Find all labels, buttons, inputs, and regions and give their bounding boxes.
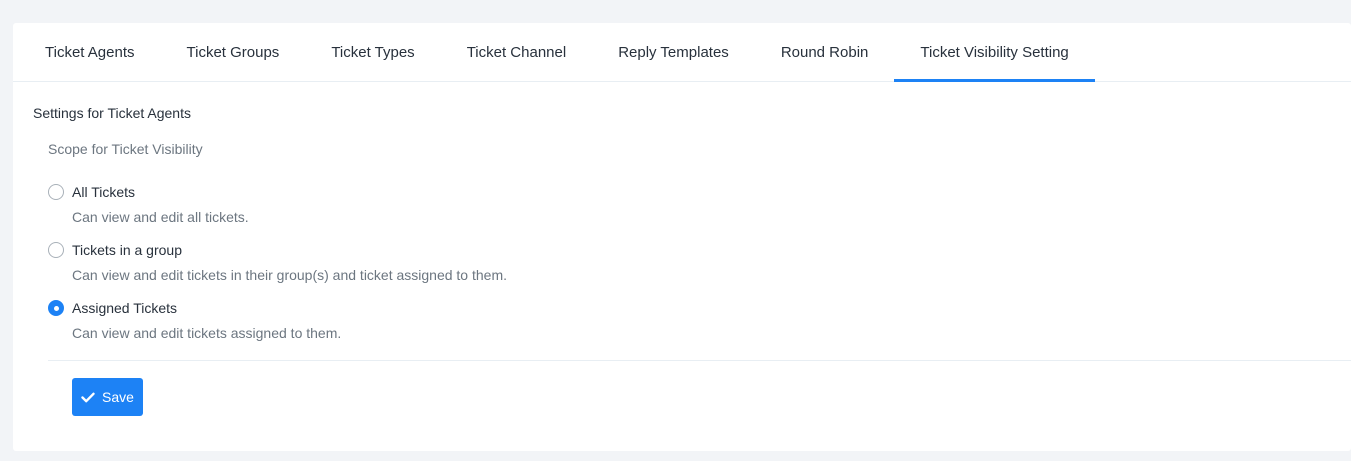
radio-tickets-in-group[interactable] — [48, 242, 64, 258]
scope-label: Scope for Ticket Visibility — [48, 141, 203, 157]
radio-all-tickets[interactable] — [48, 184, 64, 200]
option-label[interactable]: Assigned Tickets — [72, 300, 177, 316]
tab-ticket-visibility-setting[interactable]: Ticket Visibility Setting — [894, 23, 1096, 82]
option-description: Can view and edit all tickets. — [72, 209, 249, 225]
tab-ticket-agents[interactable]: Ticket Agents — [19, 23, 161, 81]
tab-ticket-types[interactable]: Ticket Types — [305, 23, 440, 81]
settings-tabs: Ticket Agents Ticket Groups Ticket Types… — [13, 23, 1351, 82]
tab-round-robin[interactable]: Round Robin — [755, 23, 895, 81]
save-button[interactable]: Save — [72, 378, 143, 416]
tab-reply-templates[interactable]: Reply Templates — [592, 23, 755, 81]
save-label: Save — [102, 389, 134, 405]
option-label[interactable]: Tickets in a group — [72, 242, 182, 258]
tab-ticket-groups[interactable]: Ticket Groups — [161, 23, 306, 81]
option-label[interactable]: All Tickets — [72, 184, 135, 200]
option-description: Can view and edit tickets assigned to th… — [72, 325, 342, 341]
section-title: Settings for Ticket Agents — [33, 105, 191, 121]
check-icon — [81, 392, 95, 403]
option-description: Can view and edit tickets in their group… — [72, 267, 507, 283]
divider — [48, 360, 1351, 361]
tab-ticket-channel[interactable]: Ticket Channel — [441, 23, 593, 81]
settings-card: Ticket Agents Ticket Groups Ticket Types… — [13, 23, 1351, 451]
radio-assigned-tickets[interactable] — [48, 300, 64, 316]
